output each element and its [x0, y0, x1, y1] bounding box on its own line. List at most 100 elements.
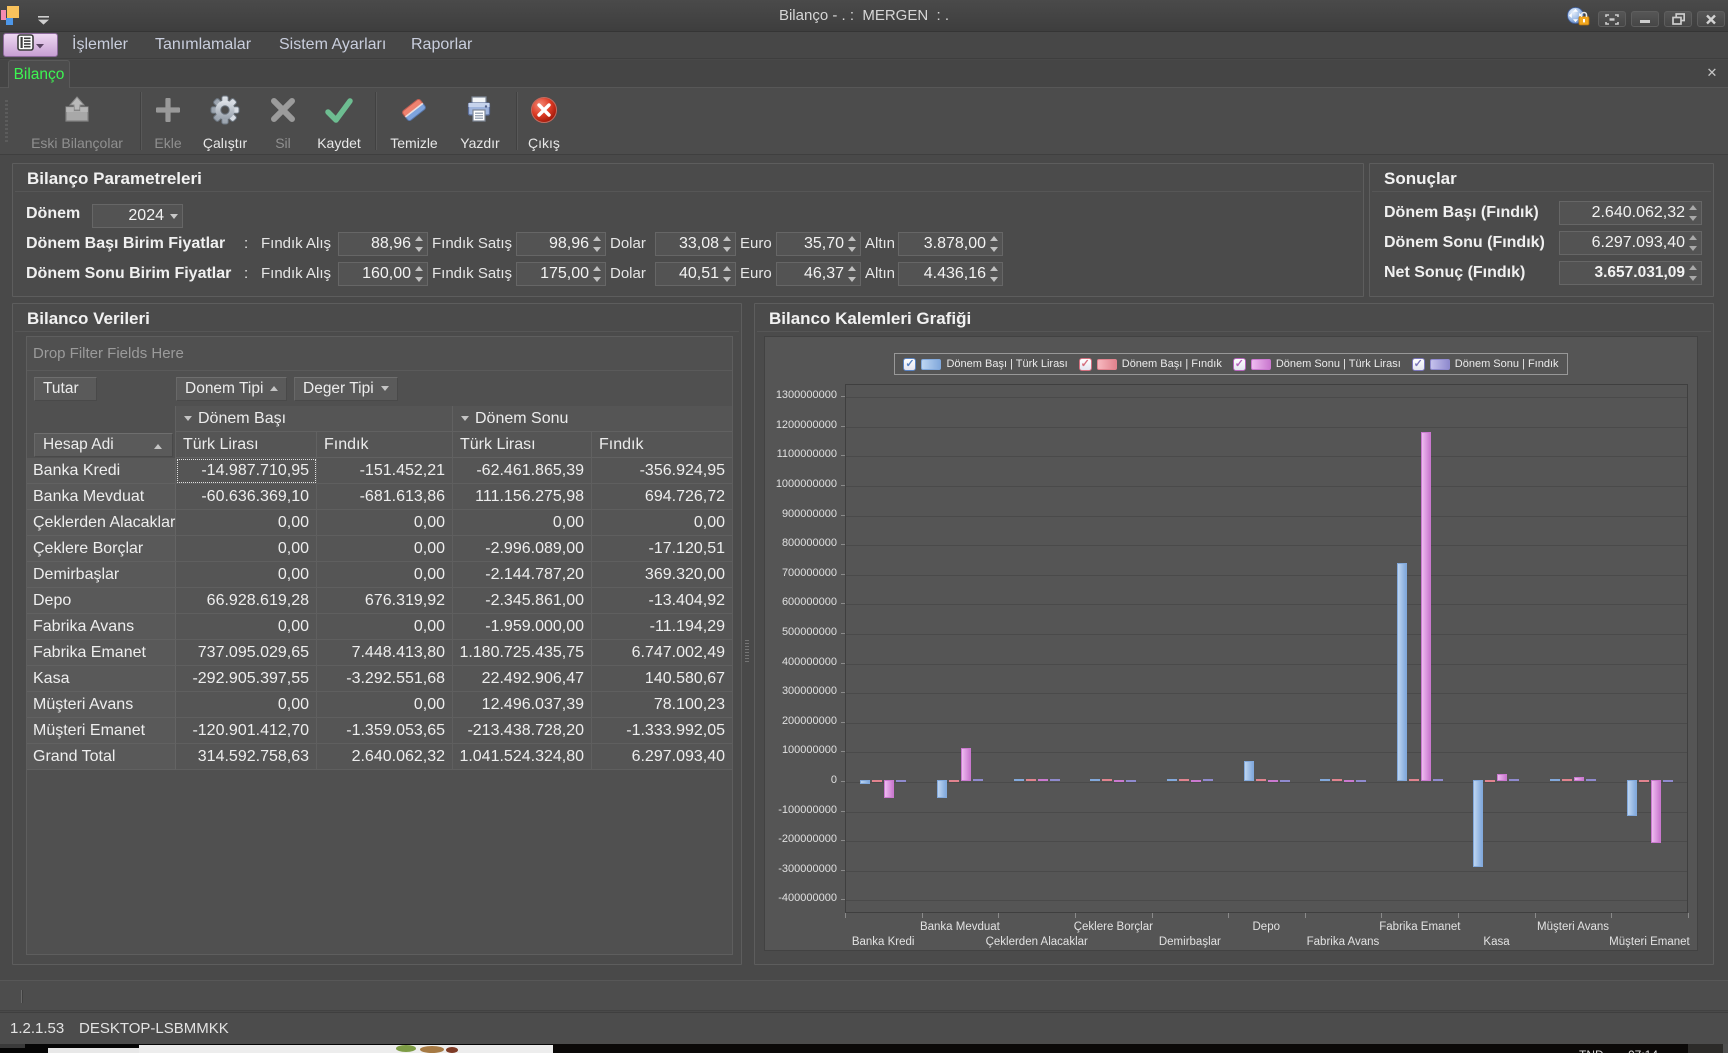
- bar-s1-c8[interactable]: [1485, 780, 1495, 782]
- pivot-cell[interactable]: 1.180.725.435,75: [453, 640, 592, 666]
- pivot-cell[interactable]: 22.492.906,47: [453, 666, 592, 692]
- pivot-column-group-1[interactable]: Dönem Sonu: [453, 406, 733, 432]
- price-field-0-row0[interactable]: 88,96: [338, 232, 428, 256]
- spin-buttons[interactable]: [591, 233, 603, 255]
- spin-up-icon[interactable]: [723, 236, 731, 241]
- pivot-column-header-2[interactable]: Türk Lirası: [453, 432, 592, 458]
- bar-s0-c2[interactable]: [1014, 779, 1024, 781]
- bar-s0-c4[interactable]: [1167, 779, 1177, 781]
- pivot-row-header[interactable]: Banka Kredi: [27, 458, 176, 484]
- bar-s1-c4[interactable]: [1179, 779, 1189, 781]
- pivot-filter-area[interactable]: Drop Filter Fields Here: [27, 337, 732, 371]
- pivot-cell[interactable]: 6.747.002,49: [592, 640, 733, 666]
- bar-s1-c5[interactable]: [1256, 779, 1266, 781]
- pivot-cell[interactable]: -62.461.865,39: [453, 458, 592, 484]
- pivot-cell[interactable]: -2.345.861,00: [453, 588, 592, 614]
- bar-s0-c8[interactable]: [1473, 780, 1483, 867]
- pivot-cell[interactable]: 0,00: [176, 614, 317, 640]
- pivot-row-header[interactable]: Çeklere Borçlar: [27, 536, 176, 562]
- spin-down-icon[interactable]: [593, 247, 601, 252]
- pivot-cell[interactable]: -11.194,29: [592, 614, 733, 640]
- spin-down-icon[interactable]: [723, 247, 731, 252]
- tab-close-icon[interactable]: ✕: [1704, 65, 1720, 81]
- pivot-field-deger-tipi[interactable]: Deger Tipi: [294, 377, 398, 401]
- pivot-cell[interactable]: -3.292.551,68: [317, 666, 453, 692]
- tab-bilanco[interactable]: Bilanço: [8, 60, 70, 88]
- pivot-cell[interactable]: -1.333.992,05: [592, 718, 733, 744]
- bar-s3-c0[interactable]: [896, 780, 906, 782]
- spin-buttons[interactable]: [988, 233, 1000, 255]
- spin-down-icon[interactable]: [415, 277, 423, 282]
- pivot-cell[interactable]: 1.041.524.324,80: [453, 744, 592, 770]
- toolbar-button-çıkış[interactable]: Çıkış: [512, 92, 576, 151]
- pivot-row-header[interactable]: Müşteri Avans: [27, 692, 176, 718]
- bar-s0-c1[interactable]: [937, 780, 947, 798]
- spin-up-icon[interactable]: [1689, 265, 1697, 270]
- menu-item-i̇şlemler[interactable]: İşlemler: [70, 32, 130, 58]
- price-field-0-row1[interactable]: 160,00: [338, 262, 428, 286]
- pivot-cell[interactable]: -13.404,92: [592, 588, 733, 614]
- spin-down-icon[interactable]: [848, 277, 856, 282]
- pivot-row-header[interactable]: Müşteri Emanet: [27, 718, 176, 744]
- result-field-0[interactable]: 2.640.062,32: [1559, 201, 1702, 225]
- spin-up-icon[interactable]: [415, 236, 423, 241]
- pivot-cell[interactable]: -356.924,95: [592, 458, 733, 484]
- pivot-cell[interactable]: -17.120,51: [592, 536, 733, 562]
- bar-s3-c9[interactable]: [1586, 779, 1596, 781]
- bar-s2-c9[interactable]: [1574, 777, 1584, 781]
- pivot-cell[interactable]: 676.319,92: [317, 588, 453, 614]
- pivot-row-header[interactable]: Fabrika Avans: [27, 614, 176, 640]
- minimize-button[interactable]: [1631, 11, 1659, 27]
- legend-checkbox[interactable]: ✓: [1079, 358, 1092, 371]
- pivot-row-header[interactable]: Fabrika Emanet: [27, 640, 176, 666]
- bar-s0-c0[interactable]: [860, 780, 870, 784]
- quick-access-chevron-icon[interactable]: [38, 12, 49, 30]
- spin-down-icon[interactable]: [1689, 246, 1697, 251]
- price-field-3-row1[interactable]: 46,37: [776, 262, 861, 286]
- pivot-cell[interactable]: 369.320,00: [592, 562, 733, 588]
- spin-buttons[interactable]: [846, 233, 858, 255]
- spin-up-icon[interactable]: [990, 266, 998, 271]
- collapse-icon[interactable]: [184, 416, 192, 421]
- pivot-cell[interactable]: -1.959.000,00: [453, 614, 592, 640]
- pivot-cell[interactable]: 0,00: [317, 562, 453, 588]
- bar-s3-c7[interactable]: [1433, 779, 1443, 781]
- spin-buttons[interactable]: [846, 263, 858, 285]
- donem-combobox[interactable]: 2024: [92, 204, 183, 228]
- pivot-column-header-1[interactable]: Fındık: [317, 432, 453, 458]
- pivot-field-hesap-adi[interactable]: Hesap Adi: [34, 433, 173, 457]
- result-field-1[interactable]: 6.297.093,40: [1559, 231, 1702, 255]
- pivot-row-header[interactable]: Kasa: [27, 666, 176, 692]
- pivot-cell[interactable]: -681.613,86: [317, 484, 453, 510]
- application-menu-button[interactable]: [3, 33, 58, 57]
- toolbar-button-çalıştır[interactable]: Çalıştır: [193, 92, 257, 151]
- spin-down-icon[interactable]: [415, 247, 423, 252]
- bar-s2-c6[interactable]: [1344, 780, 1354, 782]
- bar-s1-c0[interactable]: [872, 780, 882, 782]
- bar-s0-c3[interactable]: [1090, 779, 1100, 781]
- spin-buttons[interactable]: [413, 233, 425, 255]
- pivot-cell[interactable]: 737.095.029,65: [176, 640, 317, 666]
- pivot-field-tutar[interactable]: Tutar: [34, 377, 97, 401]
- bar-s2-c4[interactable]: [1191, 780, 1201, 782]
- spin-up-icon[interactable]: [848, 236, 856, 241]
- toolbar-button-ekle[interactable]: Ekle: [136, 92, 200, 151]
- pivot-row-header[interactable]: Depo: [27, 588, 176, 614]
- spin-buttons[interactable]: [413, 263, 425, 285]
- pivot-cell[interactable]: -213.438.728,20: [453, 718, 592, 744]
- pivot-cell[interactable]: 6.297.093,40: [592, 744, 733, 770]
- bar-s2-c7[interactable]: [1421, 432, 1431, 781]
- bar-s3-c3[interactable]: [1126, 780, 1136, 782]
- bar-s3-c4[interactable]: [1203, 779, 1213, 781]
- spin-buttons[interactable]: [591, 263, 603, 285]
- price-field-3-row0[interactable]: 35,70: [776, 232, 861, 256]
- restore-button[interactable]: [1664, 11, 1692, 27]
- pivot-column-group-0[interactable]: Dönem Başı: [176, 406, 453, 432]
- pivot-field-donem-tipi[interactable]: Donem Tipi: [176, 377, 287, 401]
- pivot-cell[interactable]: 78.100,23: [592, 692, 733, 718]
- bar-s0-c7[interactable]: [1397, 563, 1407, 781]
- spin-up-icon[interactable]: [593, 236, 601, 241]
- fit-screen-button[interactable]: [1598, 11, 1626, 27]
- spin-down-icon[interactable]: [1689, 276, 1697, 281]
- bar-s1-c3[interactable]: [1102, 779, 1112, 781]
